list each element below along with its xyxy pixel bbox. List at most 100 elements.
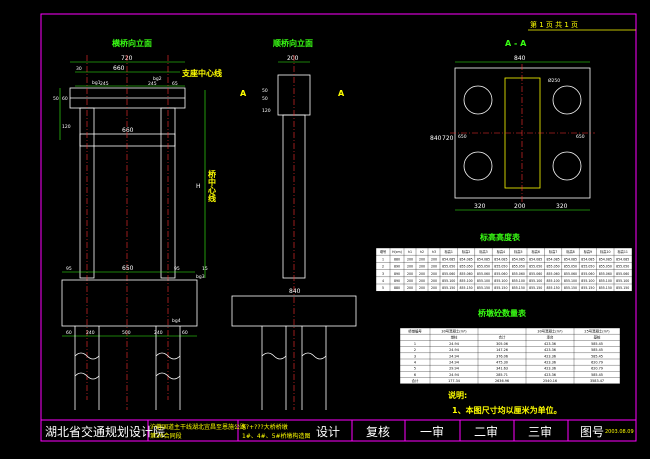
tb-review-2: 二审 <box>474 424 498 439</box>
elev-cell: 854.085 <box>477 257 490 261</box>
section-title: A - A <box>505 39 527 48</box>
qty-cell: 25号混凝土(m³) <box>584 328 610 333</box>
sheet-count: 第 1 页 共 1 页 <box>530 20 578 29</box>
sec-dim-840-left: 840 <box>430 135 442 142</box>
elev-cell: 855.100 <box>512 279 525 283</box>
elev-cell: 854.085 <box>564 257 577 261</box>
tb-drawing-2: 1#、4#、5#桥墩构造图 <box>242 432 311 440</box>
elev-cell: 854.085 <box>581 257 594 261</box>
qty-cell: 基桩 <box>594 335 601 340</box>
elev-cell: 标高5 <box>514 249 522 254</box>
qty-cell: 5 <box>414 367 416 371</box>
qty-cell: 585.45 <box>591 373 603 377</box>
elev-cell: 854.085 <box>547 257 560 261</box>
elev-cell: 855.150 <box>529 286 542 290</box>
elev-cell: 855.100 <box>616 279 629 283</box>
quantity-table: 桥墩编号 30号混凝土(m³) 30号混凝土(m³) 25号混凝土(m³)墩柱 合计 承台… <box>399 327 621 384</box>
dim-95-left: 95 <box>66 266 72 272</box>
elev-cell: 855.060 <box>564 272 577 276</box>
elev-cell: 200 <box>431 257 437 261</box>
elev-cell: 标高11 <box>617 249 627 254</box>
dim-660-tie: 660 <box>122 127 134 134</box>
sec-dim-200: 200 <box>514 203 526 210</box>
dim-65: 65 <box>172 81 178 87</box>
qty-cell: 423.36 <box>544 354 556 358</box>
elev-cell: 854.085 <box>512 257 525 261</box>
qty-cell: 3583.47 <box>590 379 604 383</box>
dim-50: 50 <box>53 96 59 102</box>
elev-cell: 200 <box>419 272 425 276</box>
qty-cell: 423.36 <box>544 360 556 364</box>
elev-cell: 855.050 <box>564 265 577 269</box>
elev-cell: 855.060 <box>477 272 490 276</box>
dim-15: 15 <box>202 266 208 272</box>
elev-cell: 855.060 <box>599 272 612 276</box>
elev-cell: 855.150 <box>599 286 612 290</box>
dim-foot-60a: 60 <box>66 330 72 336</box>
rebar-bg2: bg2 <box>153 76 162 82</box>
elev-cell: 200 <box>419 257 425 261</box>
elev-cell: 855.100 <box>581 279 594 283</box>
elev-cell: 855.100 <box>564 279 577 283</box>
elev-cell: 855.150 <box>581 286 594 290</box>
elev-cell: 854.085 <box>494 257 507 261</box>
qty-cell: 585.45 <box>591 342 603 346</box>
dim-foot-500: 500 <box>122 330 131 336</box>
qty-cell: 合计 <box>412 378 419 383</box>
notes-heading: 说明: <box>448 390 467 400</box>
longitudinal-title: 顺桥向立面 <box>273 38 313 48</box>
elev-cell: 855.100 <box>547 279 560 283</box>
elev-cell: h2 <box>420 250 424 254</box>
elev-cell: 2 <box>382 265 384 269</box>
qty-cell: 305.06 <box>496 342 508 346</box>
elev-cell: 标高1 <box>444 249 452 254</box>
note-item-1: 1、本图尺寸均以厘米为单位。 <box>452 405 562 415</box>
elev-cell: 855.060 <box>494 272 507 276</box>
pile-circle-tr <box>552 85 582 115</box>
tb-check: 复核 <box>366 425 390 439</box>
elev-cell: 4 <box>382 279 384 283</box>
dim-120: 120 <box>62 124 71 130</box>
elev-cell: 855.100 <box>477 279 490 283</box>
dim-95-right: 95 <box>174 266 180 272</box>
qty-cell: 475.30 <box>496 360 508 364</box>
qty-cell: 423.36 <box>544 348 556 352</box>
elev-cell: 200 <box>419 286 425 290</box>
qty-cell: 177.34 <box>448 379 460 383</box>
elev-cell: 标高8 <box>566 249 574 254</box>
elev-cell: 855.060 <box>616 272 629 276</box>
qty-cell: 423.36 <box>544 373 556 377</box>
elev-cell: 标高9 <box>584 249 592 254</box>
elev-cell: 890 <box>394 272 400 276</box>
qty-cell: 桥墩编号 <box>408 328 422 333</box>
pier-center-label: 桥中心线 <box>207 169 217 203</box>
tb-drawing-1: K?+???大桥桥墩 <box>242 423 288 431</box>
sec-dim-320-right: 320 <box>556 203 568 210</box>
elev-cell: 890 <box>394 265 400 269</box>
elev-cell: 855.050 <box>460 265 473 269</box>
elev-cell: 200 <box>407 279 413 283</box>
elev-cell: 855.050 <box>477 265 490 269</box>
dim-foot-60b: 60 <box>182 330 188 336</box>
qty-cell: 3 <box>414 354 416 358</box>
elev-cell: 855.150 <box>547 286 560 290</box>
elev-cell: 855.100 <box>494 279 507 283</box>
qty-cell: 墩柱 <box>451 335 458 340</box>
elev-cell: 855.150 <box>564 286 577 290</box>
elev-cell: 855.050 <box>581 265 594 269</box>
elev-cell: 200 <box>431 286 437 290</box>
tb-design: 设计 <box>316 425 340 439</box>
qty-cell: 585.45 <box>591 354 603 358</box>
elev-cell: 5 <box>382 286 384 290</box>
long-dim-840: 840 <box>289 288 301 295</box>
elev-cell: 854.085 <box>529 257 542 261</box>
elev-cell: 标高7 <box>549 249 557 254</box>
elev-cell: 855.060 <box>547 272 560 276</box>
qty-cell: 2 <box>414 348 416 352</box>
sec-dim-720: 720 <box>442 135 454 142</box>
elev-cell: 855.050 <box>547 265 560 269</box>
qty-cell: 6 <box>414 373 416 377</box>
transverse-title: 横桥向立面 <box>112 38 152 48</box>
elev-cell: 标高4 <box>497 249 505 254</box>
qty-cell: 423.36 <box>544 367 556 371</box>
